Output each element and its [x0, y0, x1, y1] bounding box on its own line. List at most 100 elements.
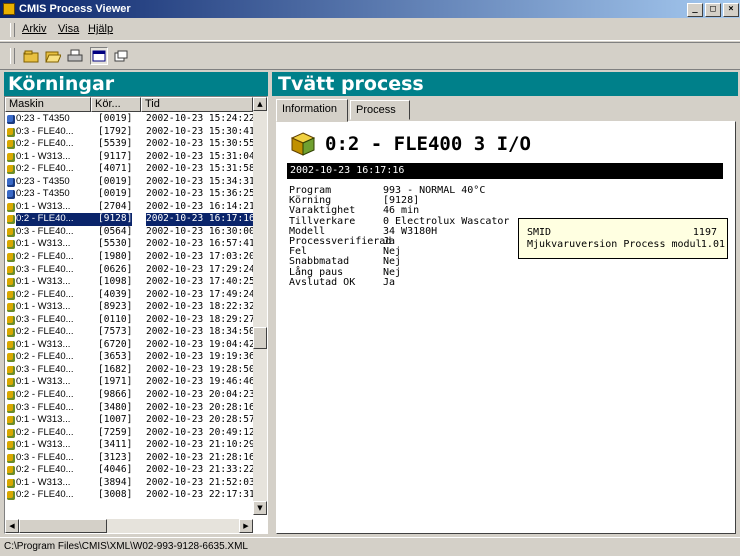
cell-tid: 2002-10-23 20:04:23: [146, 389, 255, 401]
machine-icon: [7, 466, 15, 476]
cell-tid: 2002-10-23 17:40:25: [146, 276, 255, 288]
list-item[interactable]: 0:3 - FLE40... [0564] 2002-10-23 16:30:00: [5, 225, 255, 239]
machine-icon: [7, 278, 15, 288]
list-item[interactable]: 0:1 - W313... [2704] 2002-10-23 16:14:21: [5, 201, 255, 214]
list-item[interactable]: 0:1 - W313... [3894] 2002-10-23 21:52:03: [5, 476, 255, 490]
horizontal-scrollbar[interactable]: ◀ ▶: [5, 519, 253, 533]
list-item[interactable]: 0:3 - FLE40... [1792] 2002-10-23 15:30:41: [5, 126, 255, 139]
list-item[interactable]: 0:2 - FLE40... [4039] 2002-10-23 17:49:24: [5, 289, 255, 302]
list-item[interactable]: 0:1 - W313... [9117] 2002-10-23 15:31:04: [5, 150, 255, 164]
list-item[interactable]: 0:2 - FLE40... [3653] 2002-10-23 19:19:36: [5, 351, 255, 364]
machine-heading: 0:2 - FLE400 3 I/O: [290, 132, 531, 156]
runs-header: Körningar: [4, 72, 268, 96]
list-item[interactable]: 0:3 - FLE40... [3480] 2002-10-23 20:28:16: [5, 401, 255, 415]
list-item[interactable]: 0:1 - W313... [1007] 2002-10-23 20:28:57: [5, 414, 255, 427]
scroll-up-icon[interactable]: ▲: [253, 97, 267, 111]
list-item[interactable]: 0:1 - W313... [8923] 2002-10-23 18:22:32: [5, 301, 255, 314]
menu-arkiv[interactable]: Arkiv: [22, 23, 46, 35]
menu-grip: [10, 23, 15, 37]
cell-tid: 2002-10-23 15:24:22: [146, 113, 255, 124]
cell-korning: [0019]: [98, 113, 133, 124]
machine-icon: [7, 328, 15, 338]
cell-korning: [0626]: [98, 263, 133, 275]
column-tid[interactable]: Tid: [141, 97, 253, 112]
maximize-button[interactable]: □: [705, 3, 721, 17]
list-item[interactable]: 0:2 - FLE40... [4071] 2002-10-23 15:31:58: [5, 163, 255, 176]
list-item[interactable]: 0:2 - FLE40... [4046] 2002-10-23 21:33:22: [5, 464, 255, 477]
list-rows: 0:23 - T4350 [0019] 2002-10-23 15:24:22 0:3…: [5, 113, 255, 502]
scroll-left-icon[interactable]: ◀: [5, 519, 19, 533]
machine-icon: [7, 253, 15, 263]
cell-tid: 2002-10-23 15:31:04: [146, 150, 255, 162]
machine-icon: [7, 416, 15, 426]
scroll-right-icon[interactable]: ▶: [239, 519, 253, 533]
column-maskin[interactable]: Maskin: [5, 97, 91, 112]
open-icon[interactable]: [44, 47, 62, 65]
window-title: CMIS Process Viewer: [19, 3, 131, 15]
list-item[interactable]: 0:2 - FLE40... [7573] 2002-10-23 18:34:50: [5, 326, 255, 339]
cell-korning: [0564]: [98, 225, 133, 237]
info-value: 1197: [692, 227, 717, 238]
list-item[interactable]: 0:1 - W313... [1098] 2002-10-23 17:40:25: [5, 276, 255, 289]
cell-maskin: 0:3 - FLE40...: [16, 225, 74, 237]
cell-korning: [4071]: [98, 163, 133, 175]
column-korning[interactable]: Kör...: [91, 97, 141, 112]
list-item[interactable]: 0:3 - FLE40... [1682] 2002-10-23 19:28:50: [5, 363, 255, 377]
list-item[interactable]: 0:23 - T4350 [0019] 2002-10-23 15:24:22: [5, 113, 255, 126]
view-icon[interactable]: [90, 47, 108, 65]
tab-process[interactable]: Process: [350, 100, 410, 120]
cell-korning: [3411]: [98, 439, 133, 451]
menu-visa[interactable]: Visa: [58, 23, 79, 35]
machine-icon: [7, 478, 15, 488]
cell-korning: [9866]: [98, 389, 133, 401]
list-item[interactable]: 0:3 - FLE40... [0110] 2002-10-23 18:29:27: [5, 314, 255, 327]
vertical-scrollbar[interactable]: ▲ ▼: [253, 97, 267, 515]
cell-tid: 2002-10-23 21:33:22: [146, 464, 255, 476]
list-item[interactable]: 0:1 - W313... [5530] 2002-10-23 16:57:41: [5, 238, 255, 251]
cell-korning: [9117]: [98, 150, 133, 162]
machine-icon: [7, 165, 15, 175]
list-item[interactable]: 0:2 - FLE40... [9128] 2002-10-23 16:17:16: [5, 213, 255, 226]
list-item[interactable]: 0:2 - FLE40... [3008] 2002-10-23 22:17:31: [5, 489, 255, 502]
cell-maskin: 0:23 - T4350: [16, 113, 70, 124]
cell-korning: [3480]: [98, 401, 133, 413]
cell-korning: [1682]: [98, 363, 133, 375]
list-item[interactable]: 0:2 - FLE40... [9866] 2002-10-23 20:04:23: [5, 389, 255, 402]
machine-icon: [290, 132, 316, 156]
title-bar: CMIS Process Viewer _ □ ×: [0, 0, 740, 18]
list-item[interactable]: 0:23 - T4350 [0019] 2002-10-23 15:36:25: [5, 188, 255, 201]
cell-tid: 2002-10-23 19:04:42: [146, 338, 255, 350]
minimize-button[interactable]: _: [687, 3, 703, 17]
list-item[interactable]: 0:1 - W313... [6720] 2002-10-23 19:04:42: [5, 338, 255, 352]
list-item[interactable]: 0:3 - FLE40... [3123] 2002-10-23 21:28:16: [5, 452, 255, 465]
print-icon[interactable]: [66, 47, 84, 65]
list-item[interactable]: 0:2 - FLE40... [1980] 2002-10-23 17:03:20: [5, 251, 255, 264]
cell-tid: 2002-10-23 16:30:00: [146, 225, 255, 237]
cell-maskin: 0:2 - FLE40...: [16, 251, 74, 263]
list-item[interactable]: 0:1 - W313... [1971] 2002-10-23 19:46:46: [5, 376, 255, 389]
close-button[interactable]: ×: [723, 3, 739, 17]
cell-tid: 2002-10-23 16:17:16: [146, 213, 255, 226]
list-item[interactable]: 0:2 - FLE40... [5539] 2002-10-23 15:30:55: [5, 138, 255, 151]
scroll-down-icon[interactable]: ▼: [253, 501, 267, 515]
new-icon[interactable]: [22, 47, 40, 65]
hscroll-thumb[interactable]: [19, 519, 107, 533]
cell-maskin: 0:1 - W313...: [16, 338, 71, 350]
cell-korning: [0019]: [98, 175, 133, 187]
cell-maskin: 0:1 - W313...: [16, 476, 71, 488]
list-item[interactable]: 0:2 - FLE40... [7259] 2002-10-23 20:49:12: [5, 427, 255, 440]
scroll-thumb[interactable]: [253, 327, 267, 349]
list-item[interactable]: 0:23 - T4350 [0019] 2002-10-23 15:34:31: [5, 175, 255, 189]
menu-hjalp[interactable]: Hjälp: [88, 23, 113, 35]
cell-tid: 2002-10-23 15:31:58: [146, 163, 255, 175]
tab-information[interactable]: Information: [276, 99, 348, 122]
runs-list[interactable]: Maskin Kör... Tid 0:23 - T4350 [0019] 2002…: [4, 96, 268, 534]
list-item[interactable]: 0:3 - FLE40... [0626] 2002-10-23 17:29:24: [5, 263, 255, 277]
cell-korning: [7573]: [98, 326, 133, 338]
cell-maskin: 0:1 - W313...: [16, 376, 71, 388]
list-item[interactable]: 0:1 - W313... [3411] 2002-10-23 21:10:29: [5, 439, 255, 452]
machine-icon: [7, 202, 15, 212]
cell-tid: 2002-10-23 16:57:41: [146, 238, 255, 250]
machine-icon: [7, 428, 15, 438]
window-icon[interactable]: [112, 47, 130, 65]
